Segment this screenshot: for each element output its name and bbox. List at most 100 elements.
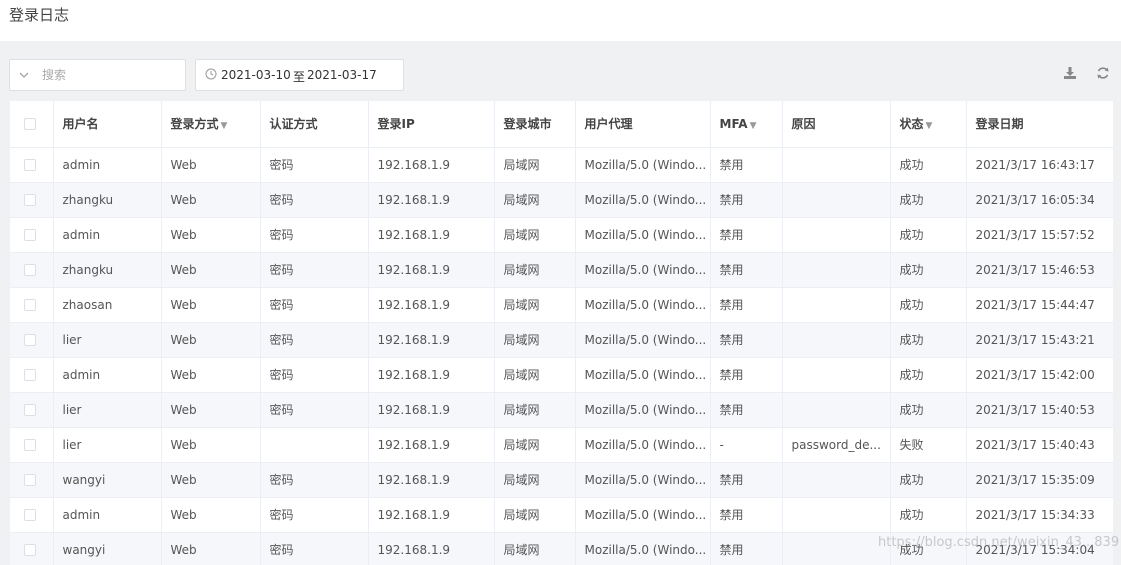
main-content: 2021-03-10 至 2021-03-17	[0, 41, 1121, 565]
row-checkbox-cell[interactable]	[10, 462, 54, 498]
search-input[interactable]	[42, 66, 178, 84]
cell-login-date: 2021/3/17 15:46:53	[966, 252, 1113, 288]
row-checkbox[interactable]	[24, 439, 36, 451]
date-end[interactable]: 2021-03-17	[307, 68, 377, 82]
row-checkbox[interactable]	[24, 404, 36, 416]
cell-login-city: 局域网	[494, 462, 576, 498]
row-checkbox[interactable]	[24, 544, 36, 556]
row-checkbox-cell[interactable]	[10, 287, 54, 323]
row-checkbox-cell[interactable]	[10, 322, 54, 358]
row-checkbox[interactable]	[24, 474, 36, 486]
download-icon[interactable]	[1063, 66, 1077, 80]
row-checkbox[interactable]	[24, 194, 36, 206]
search-box[interactable]	[9, 59, 186, 91]
cell-user-agent: Mozilla/5.0 (Windo...	[575, 182, 711, 218]
select-all-checkbox-cell[interactable]	[10, 101, 54, 148]
cell-status: 成功	[890, 217, 967, 253]
cell-mfa: 禁用	[710, 322, 783, 358]
column-header-username[interactable]: 用户名	[53, 101, 162, 148]
cell-login-city: 局域网	[494, 497, 576, 533]
column-header-status[interactable]: 状态 ▼	[890, 101, 967, 148]
date-start[interactable]: 2021-03-10	[221, 68, 291, 82]
cell-user-agent: Mozilla/5.0 (Windo...	[575, 217, 711, 253]
row-checkbox-cell[interactable]	[10, 497, 54, 533]
cell-status: 成功	[890, 322, 967, 358]
cell-username: lier	[53, 427, 162, 463]
row-checkbox[interactable]	[24, 369, 36, 381]
row-checkbox[interactable]	[24, 229, 36, 241]
table-row[interactable]: wangyi Web 密码 192.168.1.9 局域网 Mozilla/5.0 (Wi…	[10, 532, 1113, 565]
table-row[interactable]: admin Web 密码 192.168.1.9 局域网 Mozilla/5.0 (Win…	[10, 217, 1113, 253]
column-header-reason[interactable]: 原因	[782, 101, 891, 148]
row-checkbox[interactable]	[24, 299, 36, 311]
row-checkbox-cell[interactable]	[10, 217, 54, 253]
cell-reason	[782, 322, 891, 358]
cell-login-ip: 192.168.1.9	[368, 392, 495, 428]
cell-auth-method: 密码	[260, 462, 369, 498]
refresh-icon[interactable]	[1096, 66, 1110, 80]
table-row[interactable]: zhangku Web 密码 192.168.1.9 局域网 Mozilla/5.0 (W…	[10, 182, 1113, 218]
cell-user-agent: Mozilla/5.0 (Windo...	[575, 497, 711, 533]
sort-caret-icon[interactable]: ▼	[221, 121, 228, 131]
cell-login-type: Web	[161, 322, 261, 358]
cell-login-city: 局域网	[494, 252, 576, 288]
cell-login-date: 2021/3/17 15:34:33	[966, 497, 1113, 533]
cell-login-ip: 192.168.1.9	[368, 322, 495, 358]
table-row[interactable]: admin Web 密码 192.168.1.9 局域网 Mozilla/5.0 (Win…	[10, 357, 1113, 393]
cell-login-type: Web	[161, 252, 261, 288]
cell-login-type: Web	[161, 427, 261, 463]
cell-login-type: Web	[161, 392, 261, 428]
row-checkbox-cell[interactable]	[10, 532, 54, 565]
date-range-picker[interactable]: 2021-03-10 至 2021-03-17	[195, 59, 404, 91]
table-row[interactable]: admin Web 密码 192.168.1.9 局域网 Mozilla/5.0 (Win…	[10, 147, 1113, 183]
cell-login-ip: 192.168.1.9	[368, 427, 495, 463]
cell-auth-method: 密码	[260, 147, 369, 183]
column-header-auth-method[interactable]: 认证方式	[260, 101, 369, 148]
table-row[interactable]: zhangku Web 密码 192.168.1.9 局域网 Mozilla/5.0 (W…	[10, 252, 1113, 288]
cell-status: 成功	[890, 497, 967, 533]
table-row[interactable]: zhaosan Web 密码 192.168.1.9 局域网 Mozilla/5.0 (W…	[10, 287, 1113, 323]
cell-reason	[782, 147, 891, 183]
cell-username: zhangku	[53, 182, 162, 218]
cell-user-agent: Mozilla/5.0 (Windo...	[575, 252, 711, 288]
column-header-login-ip[interactable]: 登录IP	[368, 101, 495, 148]
chevron-down-icon[interactable]	[18, 69, 30, 81]
cell-login-city: 局域网	[494, 287, 576, 323]
column-header-login-date[interactable]: 登录日期	[966, 101, 1113, 148]
sort-caret-icon[interactable]: ▼	[926, 121, 933, 131]
row-checkbox[interactable]	[24, 159, 36, 171]
row-checkbox-cell[interactable]	[10, 392, 54, 428]
cell-reason	[782, 357, 891, 393]
cell-reason	[782, 217, 891, 253]
cell-username: zhangku	[53, 252, 162, 288]
row-checkbox-cell[interactable]	[10, 147, 54, 183]
cell-login-city: 局域网	[494, 357, 576, 393]
cell-mfa: 禁用	[710, 462, 783, 498]
table-row[interactable]: lier Web 密码 192.168.1.9 局域网 Mozilla/5.0 (Wind…	[10, 322, 1113, 358]
cell-user-agent: Mozilla/5.0 (Windo...	[575, 392, 711, 428]
cell-username: wangyi	[53, 462, 162, 498]
table-row[interactable]: lier Web 192.168.1.9 局域网 Mozilla/5.0 (Windo.…	[10, 427, 1113, 463]
cell-status: 成功	[890, 392, 967, 428]
column-header-user-agent[interactable]: 用户代理	[575, 101, 711, 148]
table-row[interactable]: admin Web 密码 192.168.1.9 局域网 Mozilla/5.0 (Win…	[10, 497, 1113, 533]
row-checkbox-cell[interactable]	[10, 182, 54, 218]
row-checkbox-cell[interactable]	[10, 252, 54, 288]
column-header-login-type[interactable]: 登录方式 ▼	[161, 101, 261, 148]
row-checkbox-cell[interactable]	[10, 357, 54, 393]
column-header-login-city[interactable]: 登录城市	[494, 101, 576, 148]
table-row[interactable]: wangyi Web 密码 192.168.1.9 局域网 Mozilla/5.0 (Wi…	[10, 462, 1113, 498]
cell-mfa: -	[710, 427, 783, 463]
row-checkbox[interactable]	[24, 334, 36, 346]
sort-caret-icon[interactable]: ▼	[750, 121, 757, 131]
cell-username: admin	[53, 497, 162, 533]
cell-login-type: Web	[161, 357, 261, 393]
row-checkbox[interactable]	[24, 264, 36, 276]
title-bar: 登录日志	[0, 0, 1121, 41]
select-all-checkbox[interactable]	[24, 118, 36, 131]
row-checkbox[interactable]	[24, 509, 36, 521]
table-row[interactable]: lier Web 密码 192.168.1.9 局域网 Mozilla/5.0 (Wind…	[10, 392, 1113, 428]
column-header-mfa[interactable]: MFA ▼	[710, 101, 783, 148]
cell-user-agent: Mozilla/5.0 (Windo...	[575, 147, 711, 183]
row-checkbox-cell[interactable]	[10, 427, 54, 463]
